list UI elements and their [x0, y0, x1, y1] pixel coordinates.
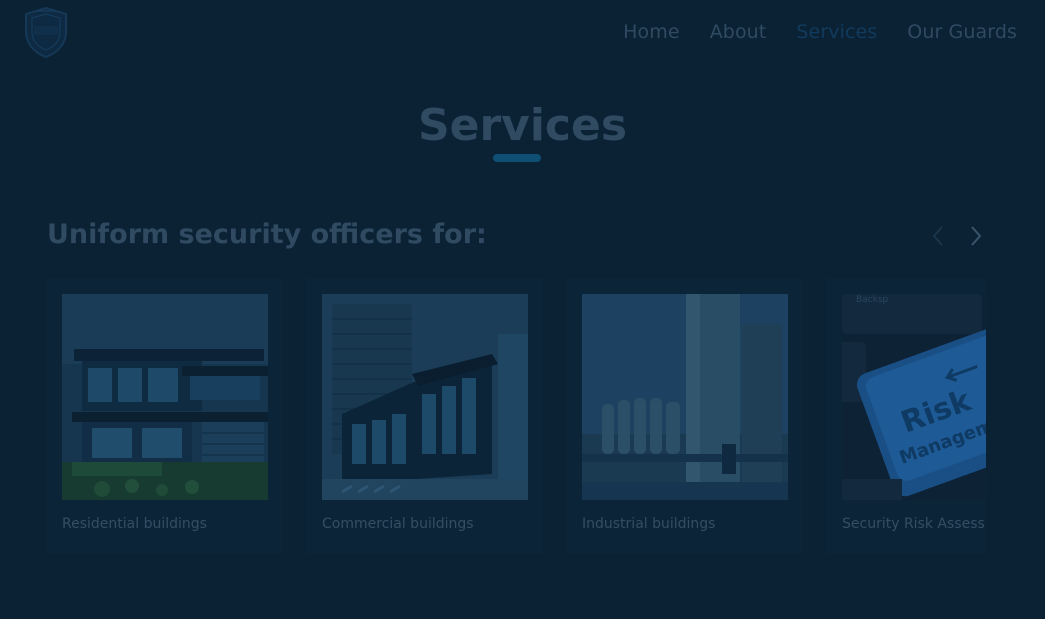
- page-title: Services: [417, 100, 628, 151]
- carousel-next-button[interactable]: [963, 222, 989, 250]
- nav-about[interactable]: About: [710, 20, 767, 44]
- title-underline: [493, 154, 541, 162]
- chevron-right-icon: [971, 226, 982, 246]
- page: Home About Services Our Guards Services …: [0, 0, 1045, 619]
- svg-text:Backsp: Backsp: [856, 295, 889, 305]
- risk-management-key-photo: Backsp Risk Management: [842, 294, 986, 500]
- section-subtitle: Uniform security officers for:: [47, 219, 487, 250]
- main-nav: Home About Services Our Guards: [623, 20, 1017, 44]
- services-carousel: Residential buildings Commercial buildin…: [47, 278, 986, 558]
- service-card-risk-assessment[interactable]: Backsp Risk Management Security Risk Ass…: [827, 278, 986, 554]
- service-card-residential[interactable]: Residential buildings: [47, 278, 283, 554]
- chevron-left-icon: [932, 226, 943, 246]
- service-card-label: Security Risk Assessr: [842, 516, 986, 532]
- nav-home[interactable]: Home: [623, 20, 680, 44]
- service-card-label: Residential buildings: [62, 516, 207, 532]
- logo[interactable]: [20, 4, 72, 60]
- carousel-prev-button[interactable]: [925, 222, 951, 250]
- industrial-silos-photo: [582, 294, 788, 500]
- service-card-commercial[interactable]: Commercial buildings: [307, 278, 543, 554]
- service-card-label: Industrial buildings: [582, 516, 716, 532]
- commercial-building-photo: [322, 294, 528, 500]
- nav-services[interactable]: Services: [796, 20, 877, 44]
- shield-logo-icon: [25, 6, 67, 59]
- service-card-industrial[interactable]: Industrial buildings: [567, 278, 803, 554]
- residential-house-photo: [62, 294, 268, 500]
- nav-our-guards[interactable]: Our Guards: [907, 20, 1017, 44]
- service-card-label: Commercial buildings: [322, 516, 474, 532]
